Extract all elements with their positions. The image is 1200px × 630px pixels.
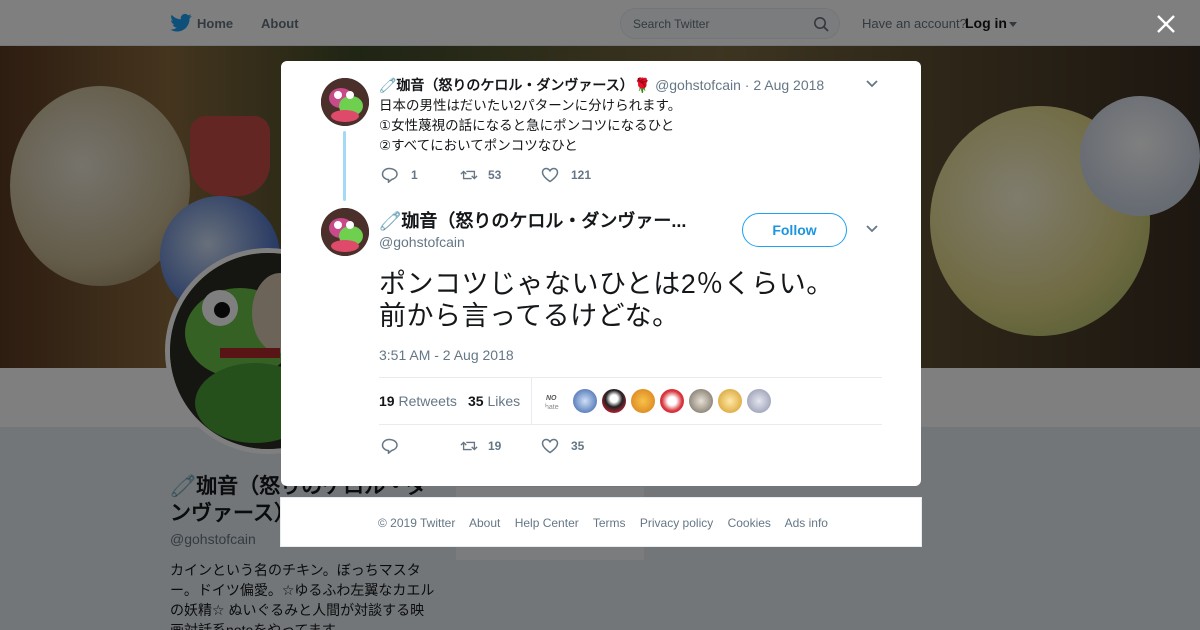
retweet-icon — [460, 441, 478, 451]
close-icon[interactable] — [1154, 12, 1178, 36]
follow-button[interactable]: Follow — [742, 213, 847, 247]
like-button[interactable]: 121 — [541, 167, 591, 183]
avatar[interactable] — [321, 208, 369, 256]
footer-link-ads-info[interactable]: Ads info — [785, 516, 828, 530]
tweet-permalink-modal: 🧷珈音（怒りのケロル・ダンヴァース）🌹 @gohstofcain · 2 Aug… — [281, 61, 921, 486]
retweet-count: 53 — [488, 168, 502, 182]
svg-text:NO: NO — [546, 395, 557, 402]
retweets-stat-label: Retweets — [398, 393, 457, 409]
retweet-button[interactable]: 53 — [460, 167, 501, 183]
retweet-button[interactable]: 19 — [460, 438, 501, 454]
footer-link-help-center[interactable]: Help Center — [515, 516, 579, 530]
footer-link-terms[interactable]: Terms — [593, 516, 626, 530]
tweet-text-line: 前から言ってるけどな。 — [379, 301, 680, 331]
reply-button[interactable] — [381, 438, 399, 454]
tweet-text: 日本の男性はだいたい2パターンに分けられます。 ①女性蔑視の話になると急にポンコ… — [379, 96, 681, 156]
reply-icon — [381, 438, 398, 454]
like-count: 121 — [571, 168, 592, 182]
footer-copyright: © 2019 Twitter — [378, 516, 456, 530]
avatar[interactable] — [321, 78, 369, 126]
modal-footer: © 2019 Twitter About Help Center Terms P… — [280, 497, 922, 547]
liker-avatar[interactable] — [573, 389, 597, 413]
tweet-text-line: ②すべてにおいてポンコツなひと — [379, 138, 578, 153]
tweet-header: 🧷珈音（怒りのケロル・ダンヴァース）🌹 @gohstofcain · 2 Aug… — [379, 75, 824, 95]
liker-avatar[interactable] — [689, 389, 713, 413]
liker-avatar[interactable] — [747, 389, 771, 413]
like-count: 35 — [571, 439, 585, 453]
retweets-stat-count: 19 — [379, 393, 395, 409]
footer-link-privacy[interactable]: Privacy policy — [640, 516, 713, 530]
author-name[interactable]: 🧷珈音（怒りのケロル・ダンヴァー... — [379, 207, 686, 233]
footer-link-about[interactable]: About — [469, 516, 500, 530]
footer-link-cookies[interactable]: Cookies — [728, 516, 771, 530]
stats-divider — [531, 378, 532, 425]
tweet-date[interactable]: · 2 Aug 2018 — [745, 77, 824, 93]
thread-connector-line — [343, 131, 346, 201]
retweet-icon — [460, 170, 478, 180]
reply-button[interactable]: 1 — [381, 167, 418, 183]
footer-links: © 2019 Twitter About Help Center Terms P… — [378, 516, 839, 530]
likes-stat-count: 35 — [468, 393, 484, 409]
tweet-text-line: ①女性蔑視の話になると急にポンコツになるひと — [379, 118, 675, 133]
tweet-text-line: 日本の男性はだいたい2パターンに分けられます。 — [379, 98, 682, 113]
reply-icon — [381, 167, 398, 183]
chevron-down-icon[interactable] — [865, 79, 879, 89]
tweet-stats: 19 Retweets 35 Likes NO hate — [379, 377, 882, 425]
likes-stat[interactable]: 35 Likes — [468, 393, 520, 409]
heart-icon — [541, 438, 559, 454]
likes-stat-label: Likes — [487, 393, 521, 409]
like-button[interactable]: 35 — [541, 438, 584, 454]
retweets-stat[interactable]: 19 Retweets — [379, 393, 457, 409]
author-name[interactable]: 🧷珈音（怒りのケロル・ダンヴァース）🌹 — [379, 77, 651, 93]
tweet-timestamp[interactable]: 3:51 AM - 2 Aug 2018 — [379, 347, 514, 363]
author-handle[interactable]: @gohstofcain — [379, 234, 465, 250]
liker-avatar[interactable] — [718, 389, 742, 413]
liker-avatar[interactable] — [660, 389, 684, 413]
tweet-text: ポンコツじゃないひとは2％くらい。 前から言ってるけどな。 — [379, 268, 899, 332]
tweet-text-line: ポンコツじゃないひとは2％くらい。 — [379, 269, 834, 299]
retweet-count: 19 — [488, 439, 502, 453]
liker-avatar[interactable] — [602, 389, 626, 413]
author-handle[interactable]: @gohstofcain — [655, 77, 741, 93]
chevron-down-icon[interactable] — [865, 224, 879, 234]
heart-icon — [541, 167, 559, 183]
liker-avatar[interactable]: NO hate — [544, 389, 568, 413]
reply-count: 1 — [411, 168, 418, 182]
liker-avatar[interactable] — [631, 389, 655, 413]
svg-text:hate: hate — [545, 404, 559, 411]
